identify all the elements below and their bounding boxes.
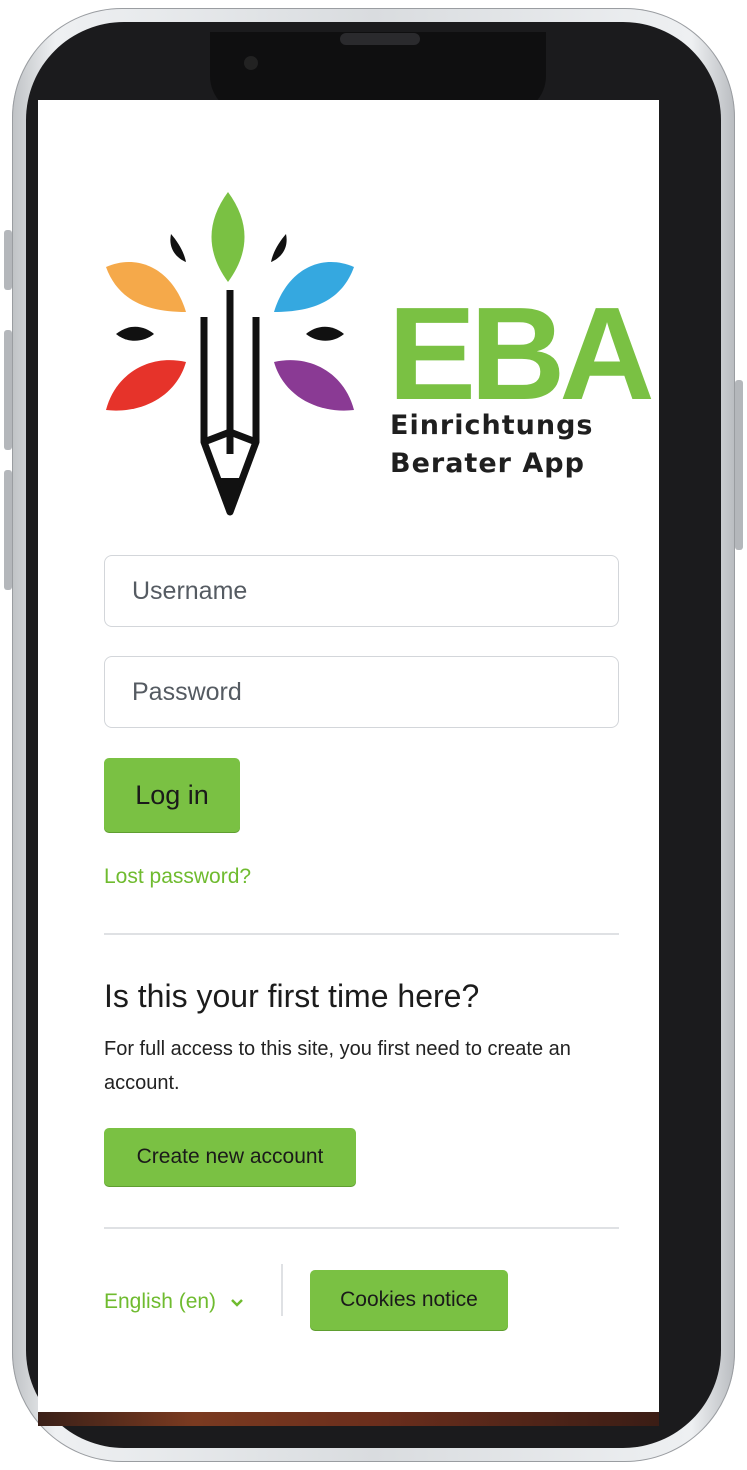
login-screen: EBA Einrichtungs Berater App Log in Lost…	[38, 100, 659, 1412]
speaker-grille	[340, 33, 420, 45]
leaf-green-icon	[211, 192, 245, 282]
footer-separator	[281, 1264, 283, 1316]
brand-line-1: Einrichtungs	[390, 410, 594, 441]
password-input[interactable]	[104, 656, 619, 728]
lost-password-link[interactable]: Lost password?	[104, 865, 251, 889]
side-button	[4, 330, 12, 450]
leaf-orange-icon	[106, 262, 186, 312]
divider	[104, 1227, 619, 1229]
create-account-button[interactable]: Create new account	[104, 1128, 356, 1186]
brand-line-2: Berater App	[390, 448, 585, 479]
signup-text: For full access to this site, you first …	[104, 1038, 571, 1094]
divider	[104, 933, 619, 935]
leaf-black-icon	[271, 234, 287, 262]
side-button	[735, 380, 743, 550]
front-camera-icon	[244, 56, 258, 70]
leaf-black-icon	[170, 234, 186, 262]
leaf-red-icon	[106, 360, 186, 411]
leaf-blue-icon	[274, 262, 354, 312]
signup-heading: Is this your first time here?	[104, 978, 480, 1014]
brand-acronym: EBA	[388, 280, 655, 427]
side-button	[4, 230, 12, 290]
side-button	[4, 470, 12, 590]
cookies-notice-button[interactable]: Cookies notice	[310, 1270, 508, 1330]
language-label: English (en)	[104, 1290, 217, 1313]
login-button[interactable]: Log in	[104, 758, 240, 832]
chevron-down-icon	[230, 1290, 244, 1314]
eba-logo-icon	[106, 192, 354, 516]
leaf-black-icon	[116, 326, 154, 341]
username-input[interactable]	[104, 555, 619, 627]
language-selector[interactable]: English (en)	[104, 1290, 244, 1314]
leaf-purple-icon	[274, 360, 354, 411]
leaf-black-icon	[306, 326, 344, 341]
